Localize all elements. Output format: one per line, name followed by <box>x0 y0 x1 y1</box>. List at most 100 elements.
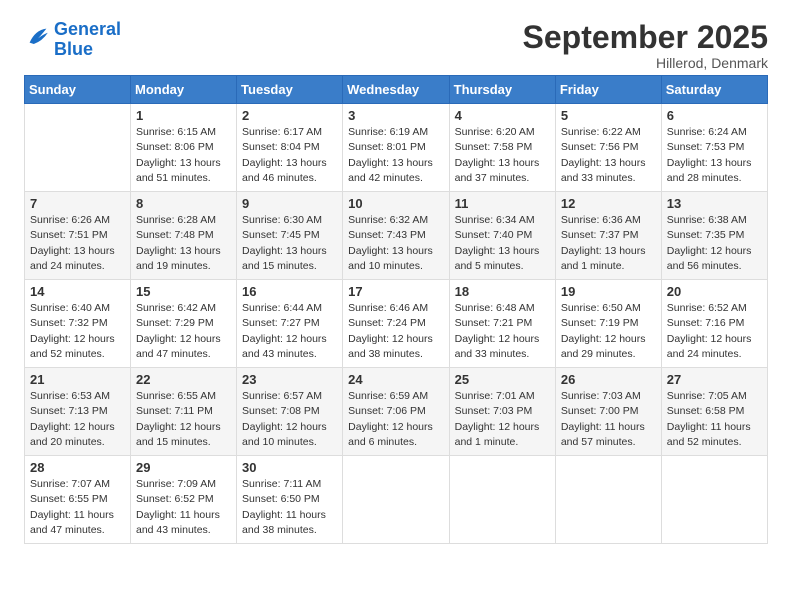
day-info: Sunrise: 6:59 AMSunset: 7:06 PMDaylight:… <box>348 389 443 450</box>
day-number: 11 <box>455 196 550 211</box>
calendar-cell <box>555 456 661 544</box>
day-info: Sunrise: 6:34 AMSunset: 7:40 PMDaylight:… <box>455 213 550 274</box>
calendar-cell: 20 Sunrise: 6:52 AMSunset: 7:16 PMDayligh… <box>661 280 767 368</box>
day-number: 28 <box>30 460 125 475</box>
day-number: 6 <box>667 108 762 123</box>
calendar-cell: 3 Sunrise: 6:19 AMSunset: 8:01 PMDaylight… <box>343 104 449 192</box>
day-number: 19 <box>561 284 656 299</box>
day-info: Sunrise: 6:26 AMSunset: 7:51 PMDaylight:… <box>30 213 125 274</box>
day-info: Sunrise: 6:42 AMSunset: 7:29 PMDaylight:… <box>136 301 231 362</box>
calendar-cell: 30Sunrise: 7:11 AMSunset: 6:50 PMDayligh… <box>237 456 343 544</box>
day-info: Sunrise: 7:05 AMSunset: 6:58 PMDaylight:… <box>667 389 762 450</box>
calendar-cell <box>661 456 767 544</box>
calendar-cell: 14 Sunrise: 6:40 AMSunset: 7:32 PMDayligh… <box>25 280 131 368</box>
logo-blue: Blue <box>54 39 93 59</box>
day-number: 23 <box>242 372 337 387</box>
calendar-week-row: 7 Sunrise: 6:26 AMSunset: 7:51 PMDaylight… <box>25 192 768 280</box>
day-info: Sunrise: 6:52 AMSunset: 7:16 PMDaylight:… <box>667 301 762 362</box>
title-block: September 2025 Hillerod, Denmark <box>523 20 768 71</box>
day-info: Sunrise: 7:01 AMSunset: 7:03 PMDaylight:… <box>455 389 550 450</box>
calendar-week-row: 1 Sunrise: 6:15 AMSunset: 8:06 PMDaylight… <box>25 104 768 192</box>
calendar-cell: 21Sunrise: 6:53 AMSunset: 7:13 PMDayligh… <box>25 368 131 456</box>
day-number: 20 <box>667 284 762 299</box>
day-number: 30 <box>242 460 337 475</box>
day-info: Sunrise: 6:46 AMSunset: 7:24 PMDaylight:… <box>348 301 443 362</box>
calendar-cell <box>343 456 449 544</box>
day-number: 5 <box>561 108 656 123</box>
calendar-cell: 8Sunrise: 6:28 AMSunset: 7:48 PMDaylight… <box>131 192 237 280</box>
day-info: Sunrise: 6:32 AMSunset: 7:43 PMDaylight:… <box>348 213 443 274</box>
calendar-cell: 16 Sunrise: 6:44 AMSunset: 7:27 PMDayligh… <box>237 280 343 368</box>
day-number: 22 <box>136 372 231 387</box>
header-tuesday: Tuesday <box>237 76 343 104</box>
calendar-cell: 24 Sunrise: 6:59 AMSunset: 7:06 PMDayligh… <box>343 368 449 456</box>
day-info: Sunrise: 6:55 AMSunset: 7:11 PMDaylight:… <box>136 389 231 450</box>
day-number: 7 <box>30 196 125 211</box>
day-number: 2 <box>242 108 337 123</box>
calendar-cell: 26 Sunrise: 7:03 AMSunset: 7:00 PMDayligh… <box>555 368 661 456</box>
calendar-cell: 9 Sunrise: 6:30 AMSunset: 7:45 PMDaylight… <box>237 192 343 280</box>
day-info: Sunrise: 6:20 AMSunset: 7:58 PMDaylight:… <box>455 125 550 186</box>
logo-text: General Blue <box>54 20 121 60</box>
calendar-cell: 22 Sunrise: 6:55 AMSunset: 7:11 PMDayligh… <box>131 368 237 456</box>
day-number: 15 <box>136 284 231 299</box>
day-number: 10 <box>348 196 443 211</box>
day-info: Sunrise: 6:15 AMSunset: 8:06 PMDaylight:… <box>136 125 231 186</box>
calendar-cell: 1 Sunrise: 6:15 AMSunset: 8:06 PMDaylight… <box>131 104 237 192</box>
day-info: Sunrise: 6:19 AMSunset: 8:01 PMDaylight:… <box>348 125 443 186</box>
day-info: Sunrise: 7:09 AMSunset: 6:52 PMDaylight:… <box>136 477 231 538</box>
day-number: 14 <box>30 284 125 299</box>
calendar-cell: 18Sunrise: 6:48 AMSunset: 7:21 PMDayligh… <box>449 280 555 368</box>
calendar-cell: 11 Sunrise: 6:34 AMSunset: 7:40 PMDayligh… <box>449 192 555 280</box>
header-thursday: Thursday <box>449 76 555 104</box>
day-number: 12 <box>561 196 656 211</box>
day-info: Sunrise: 6:22 AMSunset: 7:56 PMDaylight:… <box>561 125 656 186</box>
calendar-cell: 5 Sunrise: 6:22 AMSunset: 7:56 PMDaylight… <box>555 104 661 192</box>
calendar-cell: 7 Sunrise: 6:26 AMSunset: 7:51 PMDaylight… <box>25 192 131 280</box>
header-saturday: Saturday <box>661 76 767 104</box>
day-info: Sunrise: 6:30 AMSunset: 7:45 PMDaylight:… <box>242 213 337 274</box>
logo-general: General <box>54 19 121 39</box>
calendar-cell: 19 Sunrise: 6:50 AMSunset: 7:19 PMDayligh… <box>555 280 661 368</box>
calendar-week-row: 21Sunrise: 6:53 AMSunset: 7:13 PMDayligh… <box>25 368 768 456</box>
day-number: 29 <box>136 460 231 475</box>
day-number: 13 <box>667 196 762 211</box>
day-info: Sunrise: 6:40 AMSunset: 7:32 PMDaylight:… <box>30 301 125 362</box>
page-header: General Blue September 2025 Hillerod, De… <box>24 20 768 71</box>
logo: General Blue <box>24 20 121 60</box>
day-info: Sunrise: 6:53 AMSunset: 7:13 PMDaylight:… <box>30 389 125 450</box>
day-number: 26 <box>561 372 656 387</box>
calendar-cell: 25 Sunrise: 7:01 AMSunset: 7:03 PMDayligh… <box>449 368 555 456</box>
calendar-table: SundayMondayTuesdayWednesdayThursdayFrid… <box>24 75 768 544</box>
calendar-cell <box>449 456 555 544</box>
day-number: 27 <box>667 372 762 387</box>
day-info: Sunrise: 6:24 AMSunset: 7:53 PMDaylight:… <box>667 125 762 186</box>
calendar-cell: 6 Sunrise: 6:24 AMSunset: 7:53 PMDaylight… <box>661 104 767 192</box>
day-number: 1 <box>136 108 231 123</box>
month-title: September 2025 <box>523 20 768 55</box>
calendar-cell: 13 Sunrise: 6:38 AMSunset: 7:35 PMDayligh… <box>661 192 767 280</box>
day-number: 3 <box>348 108 443 123</box>
day-info: Sunrise: 6:38 AMSunset: 7:35 PMDaylight:… <box>667 213 762 274</box>
day-number: 16 <box>242 284 337 299</box>
day-info: Sunrise: 7:03 AMSunset: 7:00 PMDaylight:… <box>561 389 656 450</box>
header-friday: Friday <box>555 76 661 104</box>
calendar-cell: 4 Sunrise: 6:20 AMSunset: 7:58 PMDaylight… <box>449 104 555 192</box>
day-info: Sunrise: 6:17 AMSunset: 8:04 PMDaylight:… <box>242 125 337 186</box>
calendar-cell: 23Sunrise: 6:57 AMSunset: 7:08 PMDayligh… <box>237 368 343 456</box>
calendar-cell: 17Sunrise: 6:46 AMSunset: 7:24 PMDayligh… <box>343 280 449 368</box>
day-info: Sunrise: 6:50 AMSunset: 7:19 PMDaylight:… <box>561 301 656 362</box>
day-number: 24 <box>348 372 443 387</box>
day-number: 25 <box>455 372 550 387</box>
calendar-cell <box>25 104 131 192</box>
day-info: Sunrise: 6:48 AMSunset: 7:21 PMDaylight:… <box>455 301 550 362</box>
calendar-cell: 29 Sunrise: 7:09 AMSunset: 6:52 PMDayligh… <box>131 456 237 544</box>
day-number: 9 <box>242 196 337 211</box>
day-info: Sunrise: 6:44 AMSunset: 7:27 PMDaylight:… <box>242 301 337 362</box>
header-wednesday: Wednesday <box>343 76 449 104</box>
calendar-cell: 15 Sunrise: 6:42 AMSunset: 7:29 PMDayligh… <box>131 280 237 368</box>
day-number: 4 <box>455 108 550 123</box>
calendar-cell: 28 Sunrise: 7:07 AMSunset: 6:55 PMDayligh… <box>25 456 131 544</box>
day-info: Sunrise: 7:07 AMSunset: 6:55 PMDaylight:… <box>30 477 125 538</box>
calendar-week-row: 28 Sunrise: 7:07 AMSunset: 6:55 PMDayligh… <box>25 456 768 544</box>
